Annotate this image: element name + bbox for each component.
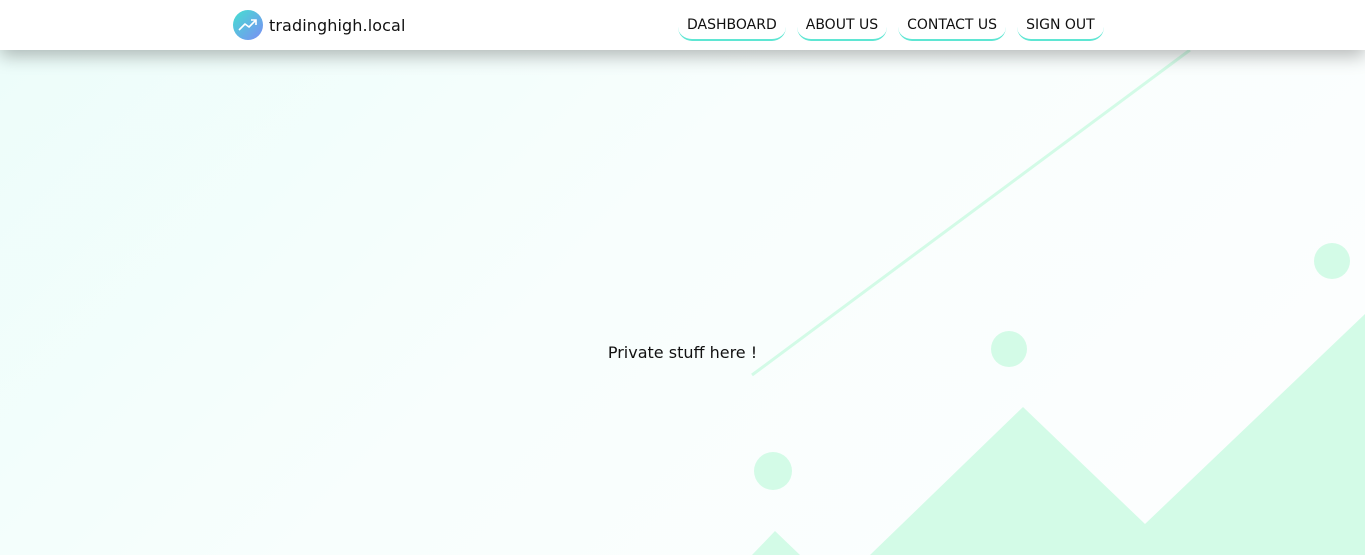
decor-circle [754,452,792,490]
brand-name: tradinghigh.local [269,15,406,35]
trending-up-icon [233,10,263,40]
brand-link[interactable]: tradinghigh.local [233,10,406,40]
top-navbar: tradinghigh.local DASHBOARD ABOUT US CON… [0,0,1365,50]
nav-sign-out[interactable]: SIGN OUT [1017,11,1104,41]
decor-diagonal-line [751,48,1191,377]
background-decoration [751,48,1365,555]
nav-about-us[interactable]: ABOUT US [796,11,888,41]
nav-dashboard[interactable]: DASHBOARD [678,11,786,41]
nav-contact-us[interactable]: CONTACT US [898,11,1007,41]
nav-menu: DASHBOARD ABOUT US CONTACT US SIGN OUT [678,11,1104,41]
decor-circle [1314,243,1350,279]
private-message: Private stuff here ! [607,343,758,362]
